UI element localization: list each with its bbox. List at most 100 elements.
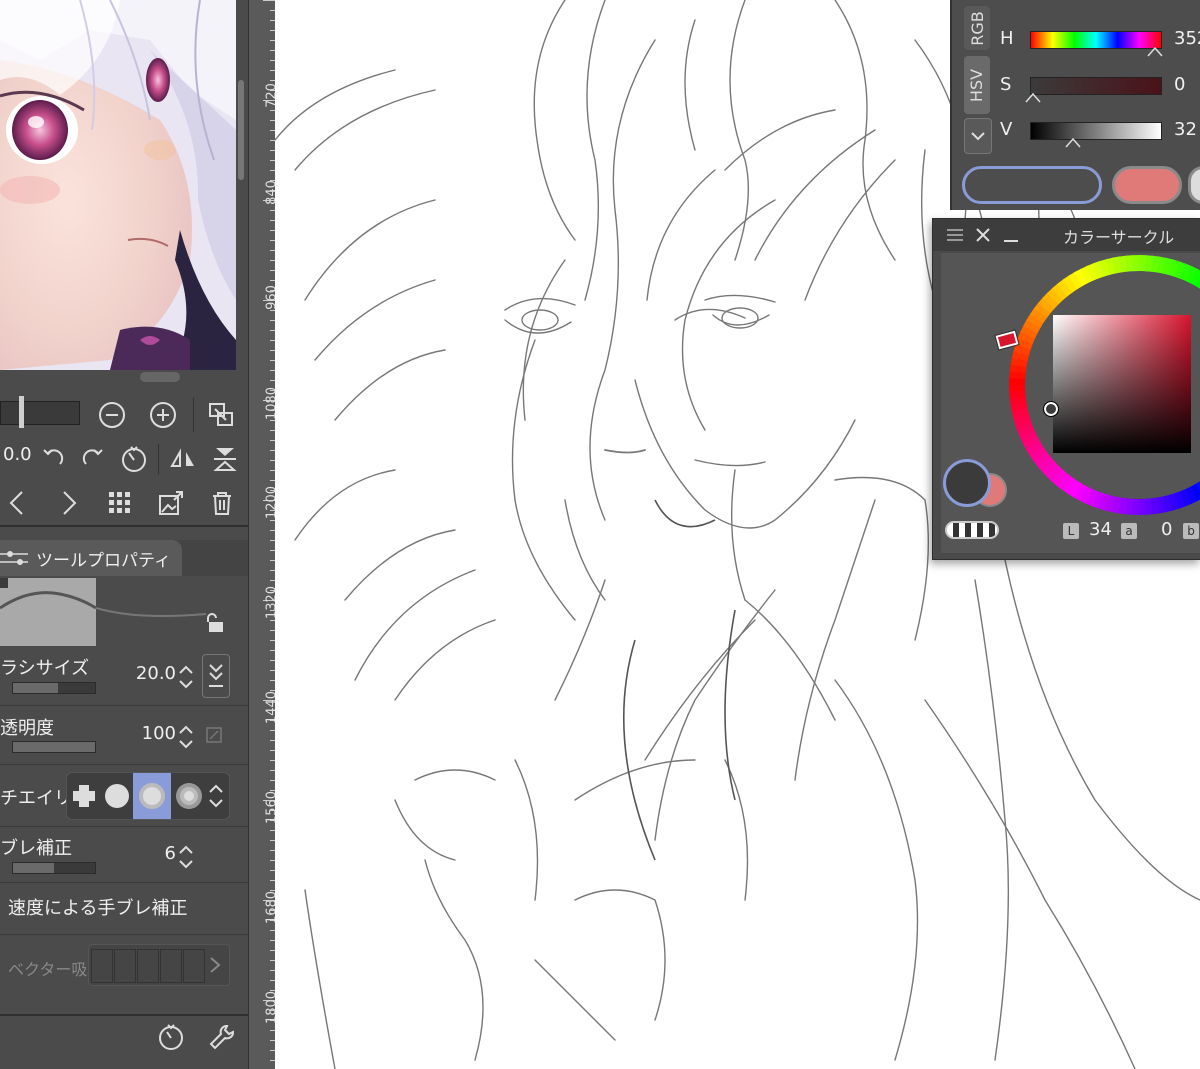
trash-icon (213, 492, 231, 515)
speed-stabilization-label[interactable]: 速度による手ブレ補正 (8, 894, 187, 920)
softer-dot-icon (176, 783, 202, 809)
vector-snap-label: ベクター吸着 (8, 960, 88, 979)
reset-rotation-button[interactable] (117, 442, 151, 476)
fit-window-icon (209, 403, 233, 426)
circle-main-color[interactable] (943, 459, 991, 507)
color-circle-title: カラーサークル (1063, 228, 1175, 247)
toolbar-divider (193, 398, 194, 432)
saturation-value[interactable]: 0 (1174, 74, 1185, 95)
rotate-left-icon (43, 449, 64, 465)
vector-snap-selector[interactable] (88, 944, 230, 986)
tab-hsv[interactable]: HSV (964, 56, 990, 114)
brush-size-bar[interactable] (12, 682, 96, 694)
tab-rgb[interactable]: RGB (964, 6, 990, 50)
grid-view-button[interactable] (103, 486, 137, 520)
hue-slider-knob[interactable] (1146, 46, 1164, 58)
chevron-right-icon (63, 491, 77, 515)
opacity-value[interactable]: 100 (120, 723, 176, 744)
chevron-right-icon (210, 957, 221, 973)
tab-rgb-label: RGB (967, 10, 987, 46)
tab-hsv-label: HSV (967, 68, 987, 102)
close-icon[interactable] (973, 225, 993, 245)
pressure-settings-icon (159, 1024, 183, 1050)
flip-vertical-button[interactable] (208, 442, 242, 476)
rotate-left-button[interactable] (36, 442, 70, 476)
flip-vertical-icon (213, 448, 237, 471)
antialiasing-none-option[interactable] (67, 773, 101, 819)
saturation-letter: S (1000, 74, 1012, 95)
import-image-button[interactable] (154, 486, 188, 520)
brush-stroke-preview (0, 578, 96, 646)
tool-settings-button[interactable] (205, 1020, 239, 1054)
antialiasing-strong-option[interactable] (171, 773, 207, 819)
previous-button[interactable] (0, 486, 34, 520)
smooth-dot-icon (105, 784, 129, 808)
saturation-slider[interactable] (1030, 77, 1162, 95)
sub-color-swatch[interactable] (1112, 166, 1182, 204)
transparent-color-swatch[interactable] (1188, 166, 1200, 204)
brush-size-label: ラシサイズ (0, 658, 90, 679)
brush-size-pressure-button[interactable] (202, 654, 230, 698)
stabilization-spinner-icon[interactable] (177, 842, 195, 872)
fit-window-button[interactable] (204, 398, 238, 432)
delete-button[interactable] (205, 486, 239, 520)
image-import-icon (159, 491, 183, 515)
stabilization-label: ブレ補正 (0, 838, 72, 859)
value-value[interactable]: 32 (1174, 119, 1197, 140)
rotate-right-icon (82, 449, 103, 465)
hue-slider[interactable] (1030, 31, 1162, 49)
value-slider[interactable] (1030, 122, 1162, 140)
color-circle-panel: カラーサークル L 34 a 0 b (932, 218, 1200, 560)
opacity-label: 透明度 (0, 718, 54, 739)
main-color-swatch[interactable] (962, 166, 1102, 204)
zoom-slider[interactable] (0, 396, 80, 428)
zoom-in-button[interactable] (146, 398, 180, 432)
minimize-icon[interactable] (1001, 225, 1021, 245)
stabilization-value[interactable]: 6 (140, 843, 176, 864)
zoom-out-button[interactable] (95, 398, 129, 432)
slider-mode-dropdown[interactable] (964, 118, 992, 154)
menu-icon[interactable] (945, 227, 965, 243)
antialiasing-weak-option[interactable] (101, 773, 133, 819)
navigator-preview-image (0, 0, 236, 370)
rotation-value[interactable]: 0.0 (3, 444, 32, 465)
antialiasing-selector[interactable] (66, 772, 230, 820)
hue-ring[interactable] (989, 253, 1200, 517)
aliased-dot-icon (73, 785, 95, 807)
hue-value[interactable]: 352 (1174, 28, 1200, 49)
rotate-right-button[interactable] (76, 442, 110, 476)
transparent-toggle[interactable] (945, 521, 999, 539)
lab-a-value[interactable]: 0 (1161, 519, 1172, 540)
saturation-value-marker[interactable] (1043, 401, 1059, 417)
row-separator (0, 882, 248, 883)
toolbar-divider (158, 444, 159, 474)
value-slider-knob[interactable] (1064, 137, 1082, 149)
brush-size-value[interactable]: 20.0 (120, 663, 176, 684)
tab-tool-property[interactable]: ツールプロパティ (0, 540, 182, 576)
lab-b-badge: b (1183, 523, 1199, 539)
sub-tool-detail-button[interactable] (154, 1020, 188, 1054)
next-button[interactable] (52, 486, 86, 520)
brush-size-spinner-icon[interactable] (177, 662, 195, 692)
row-separator (0, 826, 248, 827)
opacity-spinner-icon[interactable] (177, 722, 195, 752)
panel-divider (0, 1014, 248, 1016)
lab-a-badge: a (1121, 523, 1137, 539)
row-separator (0, 934, 248, 935)
hue-letter: H (1000, 28, 1014, 49)
navigator-scrollbar[interactable] (238, 80, 244, 180)
antialiasing-spinner-icon[interactable] (207, 781, 225, 811)
saturation-slider-knob[interactable] (1024, 92, 1042, 104)
zoom-out-icon (99, 402, 125, 428)
value-letter: V (1000, 119, 1013, 140)
antialiasing-medium-option[interactable] (133, 773, 171, 819)
vertical-ruler: 720 840 960 1080 1200 1320 1440 1560 168… (248, 0, 280, 1069)
flip-horizontal-button[interactable] (166, 442, 200, 476)
opacity-bar[interactable] (12, 741, 96, 753)
navigator-resize-handle[interactable] (140, 372, 180, 382)
navigator-preview[interactable] (0, 0, 236, 370)
zoom-slider-knob[interactable] (19, 396, 24, 428)
lock-icon[interactable] (204, 612, 226, 638)
lab-l-value[interactable]: 34 (1089, 519, 1112, 540)
stabilization-bar[interactable] (12, 862, 96, 874)
